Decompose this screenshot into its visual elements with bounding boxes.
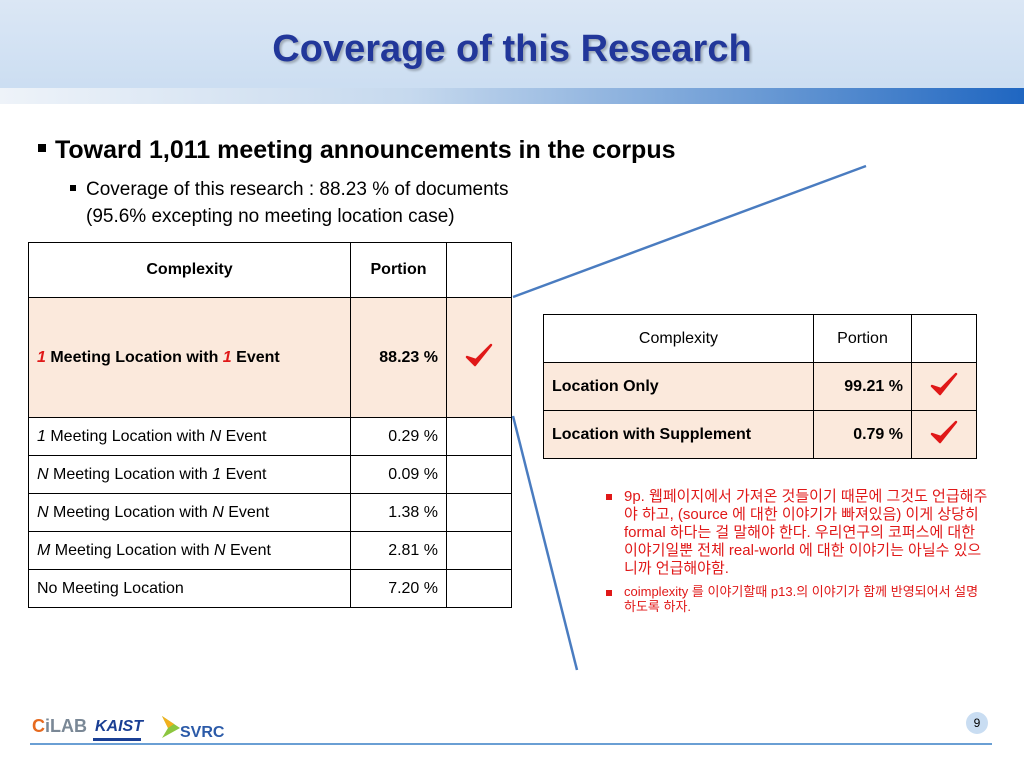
kaist-logo-bar (93, 738, 141, 741)
connector-line-top (512, 164, 867, 299)
square-bullet-icon (606, 494, 612, 500)
svrc-logo: SVRC (180, 724, 225, 741)
svrc-logo-icon (162, 716, 180, 738)
cilab-logo-c: C (32, 716, 45, 736)
footer-line (30, 743, 992, 745)
note-item: 9p. 웹페이지에서 가져온 것들이기 때문에 그것도 언급해주야 하고, (s… (606, 488, 990, 578)
kaist-logo: KAIST (95, 718, 143, 735)
cilab-logo: CiLAB (32, 716, 87, 737)
note-text: coimplexity 를 이야기할때 p13.의 이야기가 함께 반영되어서 … (624, 584, 979, 614)
note-text: 9p. 웹페이지에서 가져온 것들이기 때문에 그것도 언급해주야 하고, (s… (624, 488, 988, 577)
cilab-logo-text: iLAB (45, 716, 87, 736)
page-number: 9 (966, 712, 988, 734)
connector-lines (511, 164, 867, 671)
square-bullet-icon (606, 590, 612, 596)
speaker-notes: 9p. 웹페이지에서 가져온 것들이기 때문에 그것도 언급해주야 하고, (s… (606, 488, 990, 620)
note-item: coimplexity 를 이야기할때 p13.의 이야기가 함께 반영되어서 … (606, 584, 990, 614)
connector-line-bottom (511, 415, 579, 671)
